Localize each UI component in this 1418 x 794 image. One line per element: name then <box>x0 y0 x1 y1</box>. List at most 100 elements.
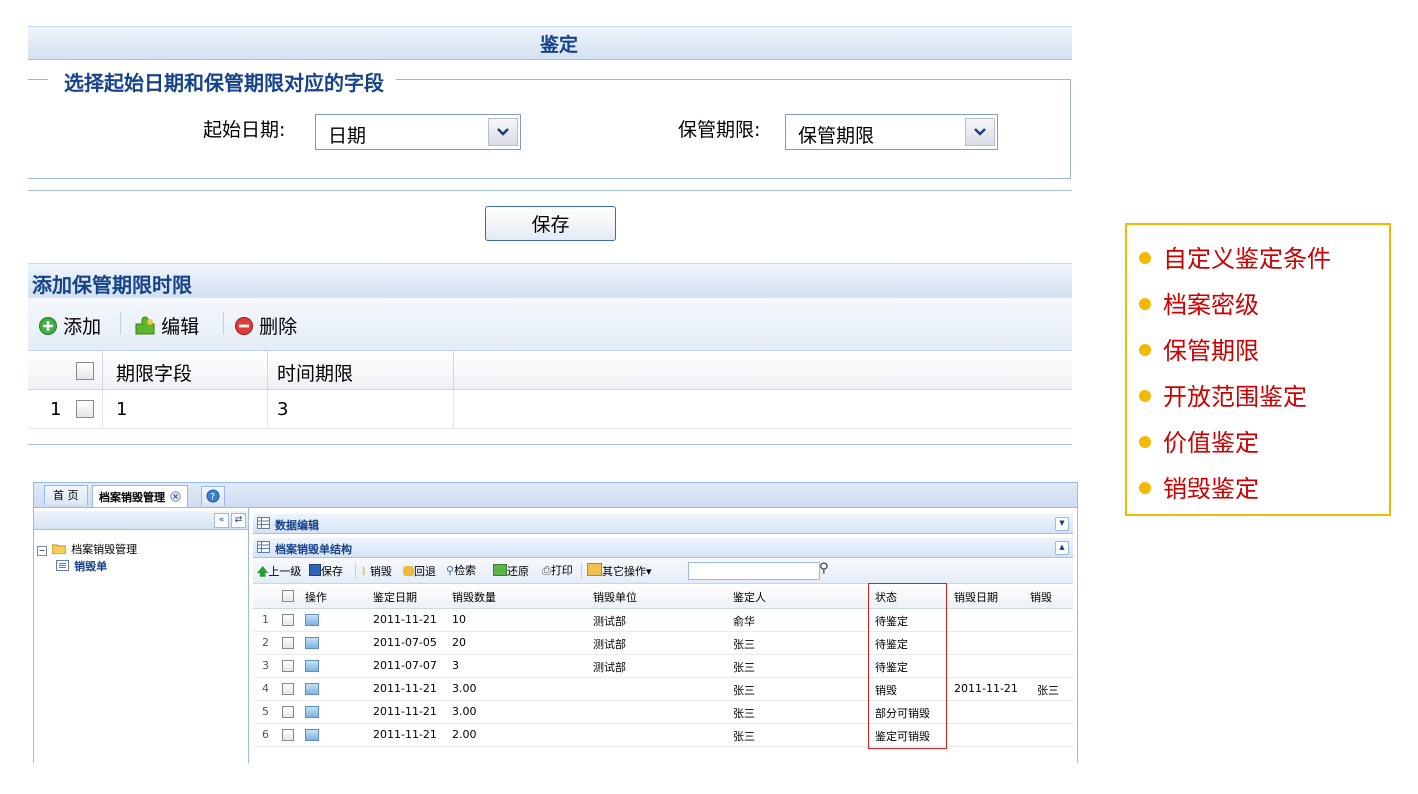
callout-item-text: 销毁鉴定 <box>1163 475 1259 503</box>
col-person[interactable]: 鉴定人 <box>733 589 766 605</box>
row-checkbox[interactable] <box>282 637 294 649</box>
edit-row-icon[interactable] <box>305 614 319 626</box>
collapse-panel-icon[interactable]: ▲ <box>1055 541 1069 555</box>
rollback-button[interactable]: 回退 <box>403 563 436 579</box>
edit-row-icon[interactable] <box>305 729 319 741</box>
grid-icon <box>257 541 270 553</box>
row-qty: 3.00 <box>452 682 477 695</box>
edit-row-icon[interactable] <box>305 660 319 672</box>
row-checkbox[interactable] <box>282 729 294 741</box>
col-destroy-date[interactable]: 销毁日期 <box>954 589 998 605</box>
callout-item: 保管期限 <box>1139 331 1259 371</box>
help-circle-icon: ? <box>206 489 220 503</box>
bullet-icon <box>1139 344 1151 356</box>
start-date-value: 日期 <box>328 125 367 147</box>
magnifier-icon[interactable]: ⚲ <box>819 561 829 576</box>
save-button[interactable]: 保存 <box>485 206 616 241</box>
row-date: 2011-07-05 <box>373 636 437 649</box>
close-icon[interactable] <box>170 491 181 502</box>
column-header-field[interactable]: 期限字段 <box>116 359 192 386</box>
expand-icon[interactable]: − <box>37 546 47 556</box>
print-button[interactable]: ⎙打印 <box>542 562 573 578</box>
tab-home[interactable]: 首 页 <box>44 485 88 505</box>
expand-panel-icon[interactable]: ▼ <box>1055 517 1069 531</box>
row-qty: 20 <box>452 636 466 649</box>
floppy-icon <box>309 564 321 576</box>
other-actions-button[interactable]: 其它操作▾ <box>587 563 652 579</box>
tree-child-label: 销毁单 <box>74 560 108 573</box>
row-checkbox[interactable] <box>282 683 294 695</box>
restore-button[interactable]: 还原 <box>493 563 529 579</box>
retention-panel-title: 添加保管期限时限 <box>32 273 192 297</box>
tab-active[interactable]: 档案销毁管理 <box>92 485 189 507</box>
select-all-checkbox[interactable] <box>76 362 94 380</box>
delete-button[interactable]: 删除 <box>234 312 297 339</box>
tree-panel: « ⇄ − 档案销毁管理 销毁单 <box>34 508 249 763</box>
app-window: 首 页 档案销毁管理 ? « ⇄ − 档案销毁管理 销毁单 数据编辑 ▼ 档案销… <box>33 482 1078 763</box>
callout-item-text: 保管期限 <box>1163 337 1259 365</box>
table-row[interactable]: 4 2011-11-21 3.00 张三 销毁 2011-11-21 张三 <box>253 678 1073 701</box>
edit-row-icon[interactable] <box>305 637 319 649</box>
table-row[interactable]: 6 2011-11-21 2.00 张三 鉴定可销毁 <box>253 724 1073 747</box>
toolbar-separator <box>355 563 356 579</box>
row-date: 2011-11-21 <box>373 728 437 741</box>
start-date-dropdown[interactable] <box>488 118 518 146</box>
row-unit: 测试部 <box>593 638 626 651</box>
retention-select[interactable]: 保管期限 <box>785 114 998 150</box>
column-divider <box>102 390 103 428</box>
edit-button[interactable]: 编辑 <box>134 312 199 339</box>
column-divider <box>102 351 103 389</box>
collapse-icon[interactable]: « <box>214 513 229 528</box>
retention-dropdown[interactable] <box>965 118 995 146</box>
add-button[interactable]: 添加 <box>38 312 101 339</box>
grid-toolbar: 🡅上一级 保存 ⌇ 销毁 回退 ⚲检索 还原 ⎙打印 其它操作▾ ⚲ <box>253 559 1073 584</box>
table-row[interactable]: 3 2011-07-07 3 测试部 张三 待鉴定 <box>253 655 1073 678</box>
table-row[interactable]: 2 2011-07-05 20 测试部 张三 待鉴定 <box>253 632 1073 655</box>
row-number: 3 <box>262 659 269 672</box>
row-number: 5 <box>262 705 269 718</box>
refresh-icon[interactable]: ⇄ <box>231 513 246 528</box>
row-checkbox[interactable] <box>282 660 294 672</box>
feature-callout: 自定义鉴定条件 档案密级 保管期限 开放范围鉴定 价值鉴定 销毁鉴定 <box>1125 223 1391 516</box>
destroy-label: 销毁 <box>369 565 392 578</box>
printer-icon: ⎙ <box>542 564 551 577</box>
select-all-checkbox[interactable] <box>282 590 294 602</box>
table-row[interactable]: 1 1 3 <box>28 390 1072 429</box>
column-divider <box>267 390 268 428</box>
add-label: 添加 <box>63 316 102 338</box>
col-qty[interactable]: 销毁数量 <box>452 589 496 605</box>
save-toolbar-button[interactable]: 保存 <box>309 563 343 579</box>
search-input[interactable] <box>688 562 820 580</box>
tab-strip: 首 页 档案销毁管理 ? <box>34 483 1077 508</box>
table-row[interactable]: 1 2011-11-21 10 测试部 俞华 待鉴定 <box>253 609 1073 632</box>
table-row[interactable]: 5 2011-11-21 3.00 张三 部分可销毁 <box>253 701 1073 724</box>
rollback-icon <box>403 566 414 576</box>
row-checkbox[interactable] <box>76 400 94 418</box>
col-destroyer[interactable]: 销毁 <box>1030 589 1052 605</box>
row-person: 张三 <box>733 707 755 720</box>
destroy-structure-header[interactable]: 档案销毁单结构 ▲ <box>253 538 1073 558</box>
up-arrow-icon: 🡅 <box>257 565 269 578</box>
add-circle-icon <box>39 317 57 335</box>
row-person: 张三 <box>733 661 755 674</box>
briefcase-icon <box>587 563 602 576</box>
data-edit-header[interactable]: 数据编辑 ▼ <box>253 514 1073 534</box>
col-date[interactable]: 鉴定日期 <box>373 589 417 605</box>
col-op[interactable]: 操作 <box>305 589 327 605</box>
help-icon[interactable]: ? <box>201 486 225 506</box>
row-person: 张三 <box>733 730 755 743</box>
edit-row-icon[interactable] <box>305 683 319 695</box>
callout-item-text: 自定义鉴定条件 <box>1163 245 1331 273</box>
up-button[interactable]: 🡅上一级 <box>257 563 301 582</box>
folder-icon <box>51 544 67 555</box>
row-checkbox[interactable] <box>282 706 294 718</box>
col-unit[interactable]: 销毁单位 <box>593 589 637 605</box>
destroy-button[interactable]: ⌇ 销毁 <box>361 563 392 579</box>
column-header-period[interactable]: 时间期限 <box>277 359 353 386</box>
row-date: 2011-11-21 <box>373 682 437 695</box>
tree-child[interactable]: 销毁单 <box>56 555 107 574</box>
row-checkbox[interactable] <box>282 614 294 626</box>
start-date-select[interactable]: 日期 <box>315 114 521 150</box>
search-button[interactable]: ⚲检索 <box>446 562 476 578</box>
edit-row-icon[interactable] <box>305 706 319 718</box>
